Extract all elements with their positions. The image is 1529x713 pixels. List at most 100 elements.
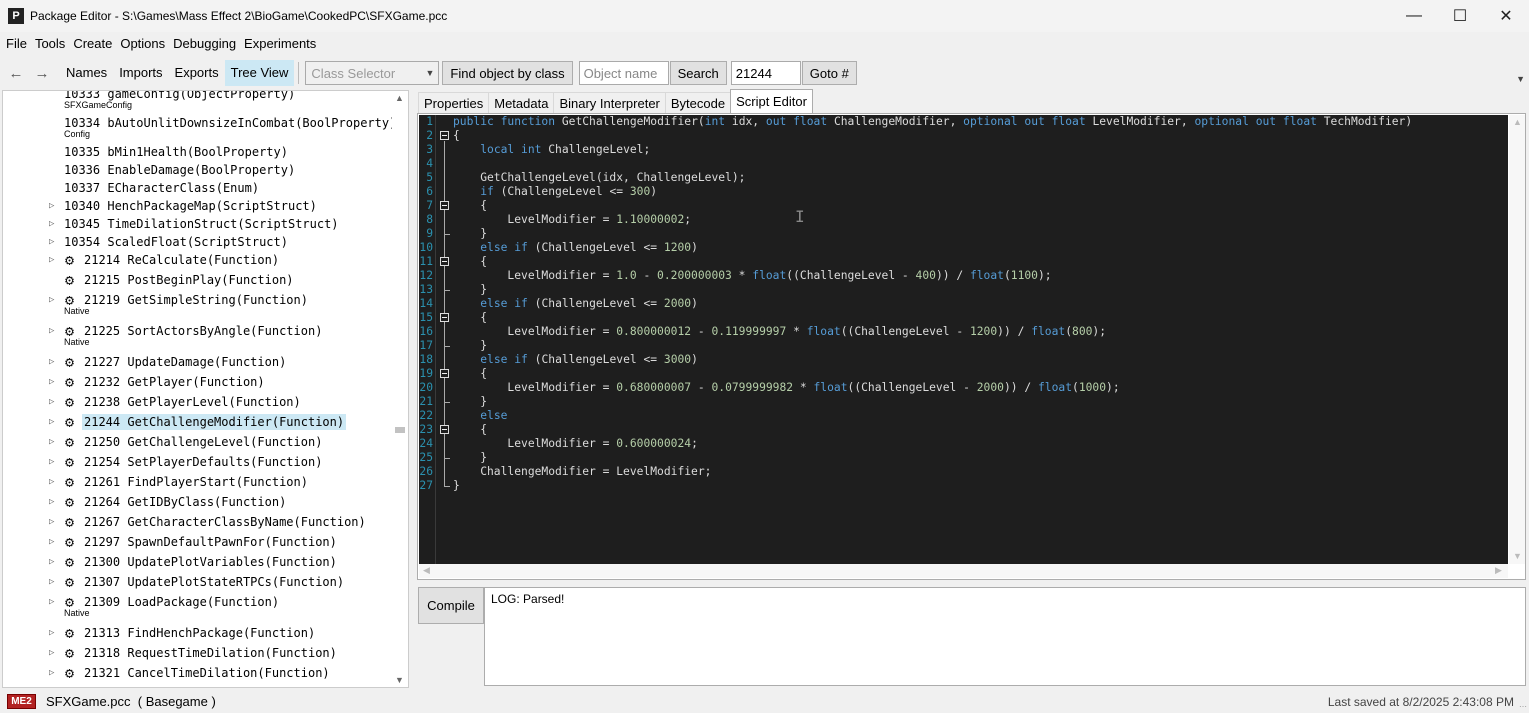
back-arrow-icon[interactable]: ←	[4, 60, 28, 86]
expand-arrow-icon[interactable]: ▷	[49, 668, 57, 678]
class-selector-dropdown[interactable]: Class Selector ▼	[305, 61, 440, 85]
expand-arrow-icon[interactable]: ▷	[49, 255, 57, 265]
tree-row[interactable]: ▷ ⚙ 21318 RequestTimeDilation(Function)	[3, 644, 393, 662]
tree-row[interactable]: ▷ ⚙ 21250 GetChallengeLevel(Function)	[3, 433, 393, 451]
close-button[interactable]: ✕	[1483, 0, 1529, 32]
tree-row[interactable]: 10335 bMin1Health(BoolProperty)	[3, 143, 393, 161]
scroll-down-icon[interactable]: ▼	[395, 675, 404, 685]
tree-view[interactable]: 10333 gameConfig(ObjectProperty) SFXGameC…	[2, 90, 409, 688]
script-code-editor[interactable]: 1 public function GetChallengeModifier(in…	[419, 115, 1508, 564]
tree-scrollbar[interactable]: ▲ ▼	[392, 91, 408, 687]
code-horizontal-scrollbar[interactable]: ◀ ▶	[419, 564, 1508, 578]
compile-button[interactable]: Compile	[418, 587, 484, 624]
goto-button[interactable]: Goto #	[801, 61, 857, 85]
tree-row[interactable]: 10333 gameConfig(ObjectProperty)	[3, 91, 393, 103]
tree-row[interactable]: ▷ ⚙ 21297 SpawnDefaultPawnFor(Function)	[3, 533, 393, 551]
exports-link[interactable]: Exports	[169, 60, 225, 86]
expand-arrow-icon[interactable]: ▷	[49, 397, 57, 407]
expand-arrow-icon[interactable]: ▷	[49, 517, 57, 527]
menu-debugging[interactable]: Debugging	[169, 33, 240, 55]
tree-row[interactable]: ▷ ⚙ 21225 SortActorsByAngle(Function)	[3, 322, 393, 340]
tree-row[interactable]: ▷ ⚙ 21219 GetSimpleString(Function)	[3, 291, 393, 309]
menu-tools[interactable]: Tools	[31, 33, 69, 55]
tree-row[interactable]: ▷ ⚙ 21300 UpdatePlotVariables(Function)	[3, 553, 393, 571]
tree-row[interactable]: 10334 bAutoUnlitDownsizeInCombat(BoolPro…	[3, 114, 396, 132]
expand-arrow-icon[interactable]: ▷	[49, 648, 57, 658]
imports-link[interactable]: Imports	[113, 60, 168, 86]
tree-row[interactable]: ▷ ⚙ 21238 GetPlayerLevel(Function)	[3, 393, 393, 411]
expand-arrow-icon[interactable]: ▷	[49, 377, 57, 387]
expand-arrow-icon[interactable]: ▷	[49, 219, 57, 229]
fold-toggle-icon[interactable]	[440, 201, 449, 210]
search-button[interactable]: Search	[669, 61, 727, 85]
scroll-up-icon[interactable]: ▲	[395, 93, 404, 103]
expand-arrow-icon[interactable]: ▷	[49, 295, 57, 305]
expand-arrow-icon[interactable]: ▷	[49, 497, 57, 507]
scroll-left-icon[interactable]: ◀	[423, 565, 430, 576]
menu-experiments[interactable]: Experiments	[240, 33, 320, 55]
scroll-up-icon[interactable]: ▲	[1513, 117, 1522, 127]
fold-toggle-icon[interactable]	[440, 369, 449, 378]
tree-row-label: 21238 GetPlayerLevel(Function)	[84, 395, 301, 409]
forward-arrow-icon[interactable]: →	[30, 60, 54, 86]
maximize-button[interactable]: ☐	[1437, 0, 1483, 32]
chevron-down-icon[interactable]: ▼	[1516, 74, 1525, 84]
tree-row[interactable]: ▷ ⚙ 21261 FindPlayerStart(Function)	[3, 473, 393, 491]
tree-row[interactable]: ▷ 10354 ScaledFloat(ScriptStruct)	[3, 233, 393, 251]
tab-bytecode[interactable]: Bytecode	[664, 92, 732, 113]
minimize-button[interactable]: —	[1391, 0, 1437, 32]
menu-create[interactable]: Create	[69, 33, 116, 55]
expand-arrow-icon[interactable]: ▷	[49, 201, 57, 211]
tree-view-link[interactable]: Tree View	[224, 60, 295, 86]
tab-metadata[interactable]: Metadata	[488, 92, 555, 113]
tree-row[interactable]: ▷ 10345 TimeDilationStruct(ScriptStruct)	[3, 215, 393, 233]
tab-script-editor[interactable]: Script Editor	[730, 89, 813, 113]
expand-arrow-icon[interactable]: ▷	[49, 577, 57, 587]
scroll-down-icon[interactable]: ▼	[1513, 551, 1522, 561]
expand-arrow-icon[interactable]: ▷	[49, 597, 57, 607]
tab-binary-interpreter[interactable]: Binary Interpreter	[553, 92, 666, 113]
expand-arrow-icon[interactable]: ▷	[49, 477, 57, 487]
tab-properties[interactable]: Properties	[418, 92, 490, 113]
menu-file[interactable]: File	[2, 33, 31, 55]
expand-arrow-icon[interactable]: ▷	[49, 357, 57, 367]
object-name-input[interactable]: Object name	[578, 61, 669, 85]
find-by-class-button[interactable]: Find object by class	[442, 61, 573, 85]
code-vertical-scrollbar[interactable]: ▲ ▼	[1509, 115, 1525, 564]
fold-toggle-icon[interactable]	[440, 313, 449, 322]
resize-grip-icon[interactable]: ⋯	[1519, 702, 1527, 711]
expand-arrow-icon[interactable]: ▷	[49, 557, 57, 567]
fold-toggle-icon[interactable]	[440, 425, 449, 434]
expand-arrow-icon[interactable]: ▷	[49, 417, 57, 427]
tree-row[interactable]: ▷ 10340 HenchPackageMap(ScriptStruct)	[3, 197, 393, 215]
tree-row[interactable]: ▷ ⚙ 21254 SetPlayerDefaults(Function)	[3, 453, 393, 471]
fold-toggle-icon[interactable]	[440, 257, 449, 266]
tree-row[interactable]: ▷ ⚙ 21264 GetIDByClass(Function)	[3, 493, 393, 511]
fold-toggle-icon[interactable]	[440, 131, 449, 140]
scroll-right-icon[interactable]: ▶	[1495, 565, 1502, 576]
expand-arrow-icon[interactable]: ▷	[49, 437, 57, 447]
tree-row[interactable]: 10336 EnableDamage(BoolProperty)	[3, 161, 393, 179]
expand-arrow-icon[interactable]: ▷	[49, 237, 57, 247]
names-link[interactable]: Names	[60, 60, 113, 86]
expand-arrow-icon[interactable]: ▷	[49, 628, 57, 638]
tree-row[interactable]: ▷ ⚙ 21321 CancelTimeDilation(Function)	[3, 664, 393, 682]
tree-row[interactable]: ▷ ⚙ 21307 UpdatePlotStateRTPCs(Function)	[3, 573, 393, 591]
code-token: {	[453, 129, 460, 142]
goto-input[interactable]: 21244	[730, 61, 801, 85]
scroll-thumb[interactable]	[395, 427, 405, 433]
expand-arrow-icon[interactable]: ▷	[49, 537, 57, 547]
expand-arrow-icon[interactable]: ▷	[49, 457, 57, 467]
tree-row[interactable]: 10337 ECharacterClass(Enum)	[3, 179, 393, 197]
expand-arrow-icon[interactable]: ▷	[49, 326, 57, 336]
menu-options[interactable]: Options	[116, 33, 169, 55]
tree-row[interactable]: ▷ ⚙ 21313 FindHenchPackage(Function)	[3, 624, 393, 642]
tree-row[interactable]: ▷ ⚙ 21267 GetCharacterClassByName(Function…	[3, 513, 393, 531]
tree-row[interactable]: ⚙ 21215 PostBeginPlay(Function)	[3, 271, 393, 289]
tree-row[interactable]: ▷ ⚙ 21232 GetPlayer(Function)	[3, 373, 393, 391]
tree-row[interactable]: ▷ ⚙ 21309 LoadPackage(Function)	[3, 593, 393, 611]
tree-row[interactable]: ▷ ⚙ 21227 UpdateDamage(Function)	[3, 353, 393, 371]
compile-log: LOG: Parsed!	[484, 587, 1526, 686]
tree-row[interactable]: ▷ ⚙ 21244 GetChallengeModifier(Function)	[3, 413, 393, 431]
tree-row[interactable]: ▷ ⚙ 21214 ReCalculate(Function)	[3, 251, 393, 269]
